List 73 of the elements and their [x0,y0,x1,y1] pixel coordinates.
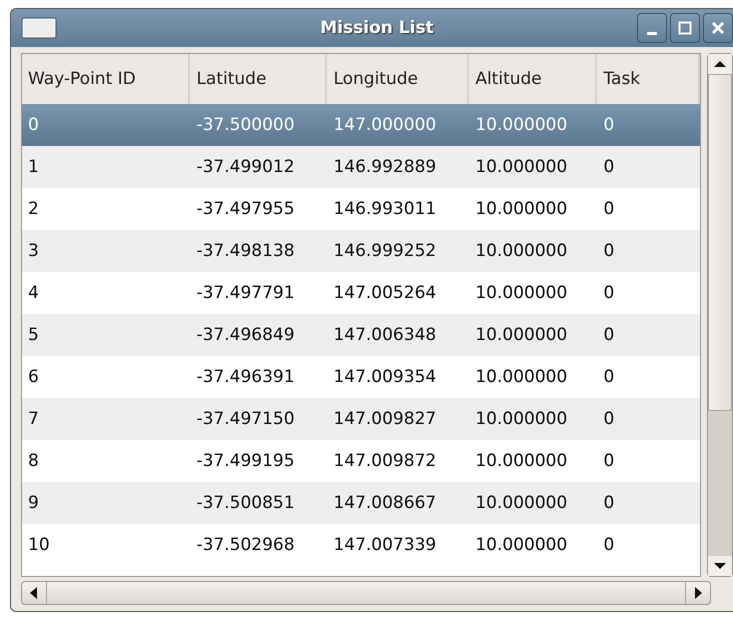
table-cell-text: -37.499012 [195,156,296,179]
table-cell-text: -37.502968 [195,534,296,557]
table-cell-text: 10.000000 [474,492,568,515]
table-cell-text: 3 [27,240,40,263]
table-cell-text: 5 [27,324,40,347]
table-cell-text: 0 [602,324,616,347]
table-cell-text: 4 [27,282,40,305]
table-row[interactable]: 9 -37.500851 147.008667 10.000000 0 [22,482,700,524]
scroll-thumb[interactable] [708,74,732,411]
table-cell-text: 10 [27,534,51,557]
table-cell-text: 147.009354 [332,366,438,389]
table-cell-text: 1 [27,156,40,179]
table-cell-text: -37.496849 [195,324,296,347]
table-cell-text: 10.000000 [474,198,568,221]
table-cell-text: 0 [602,492,616,515]
table-cell-text: 0 [602,114,616,137]
table-cell-text: 2 [27,198,40,221]
table-cell-text: -37.497150 [195,408,296,431]
table-cell-text: 146.999252 [332,240,438,263]
table-cell-text: 10.000000 [474,408,568,431]
table-cell-text: 10.000000 [474,282,568,305]
table-cell-text: 147.007339 [332,534,438,557]
table-cell-text: 0 [602,198,616,221]
table-cell-text: 10.000000 [474,156,568,179]
table-cell-text: 6 [27,366,40,389]
table-cell-text: 10.000000 [474,366,568,389]
table-row[interactable]: 3 -37.498138 146.999252 10.000000 0 [22,230,700,272]
table-cell-text: 0 [602,450,616,473]
table-cell-text: 0 [602,408,616,431]
table-row[interactable]: 5 -37.496849 147.006348 10.000000 0 [22,314,700,356]
table-row[interactable]: 1 -37.499012 146.992889 10.000000 0 [22,146,700,188]
table-cell-text: 147.006348 [332,324,438,347]
table-cell-text: 147.009872 [332,450,438,473]
table-cell-text: -37.499195 [195,450,296,473]
table-cell-text: -37.497955 [195,198,296,221]
close-button[interactable] [702,13,733,43]
maximize-button[interactable] [670,13,700,43]
table-cell-text: 10.000000 [474,240,568,263]
table-cell-text: 0 [602,240,616,263]
table-cell-text: 10.000000 [474,324,568,347]
table-cell-text: 147.009827 [332,408,438,431]
table-cell-text: 147.005264 [332,282,438,305]
close-icon [710,21,725,35]
table-row[interactable]: 0 -37.500000 147.000000 10.000000 0 [22,104,700,146]
table-cell-text: 0 [602,156,616,179]
maximize-icon [678,21,692,35]
table-cell-text: -37.498138 [195,240,296,263]
window-title: Mission List [319,18,434,38]
table-cell-text: 9 [27,492,40,515]
table-cell-text: 147.000000 [332,114,438,137]
table-cell-text: 0 [602,282,616,305]
table-cell-text: -37.497791 [195,282,296,305]
table-cell-text: 7 [27,408,40,431]
table-cell-text: -37.500851 [195,492,296,515]
table-cell-text: 8 [27,450,40,473]
table-cell-text: 10.000000 [474,534,568,557]
minimize-button[interactable] [636,13,667,43]
table-cell-text: 10.000000 [474,114,568,137]
table-cell-text: 0 [602,534,616,557]
table-cell-text: 147.008667 [332,492,438,515]
scroll-up-icon[interactable] [708,54,732,74]
table-cell-text: 146.992889 [332,156,438,179]
table-cell-text: 0 [27,114,40,137]
minimize-icon [646,32,657,34]
table-row[interactable]: 7 -37.497150 147.009827 10.000000 0 [22,398,700,440]
table-cell-text: -37.496391 [195,366,296,389]
window-icon [21,17,57,39]
table-cell-text: -37.500000 [195,114,296,137]
table-cell-text: 10.000000 [474,450,568,473]
vertical-scrollbar[interactable] [707,53,733,577]
table-cell-text: 0 [602,366,616,389]
scroll-down-icon[interactable] [708,556,732,576]
table-cell-text: 146.993011 [332,198,438,221]
